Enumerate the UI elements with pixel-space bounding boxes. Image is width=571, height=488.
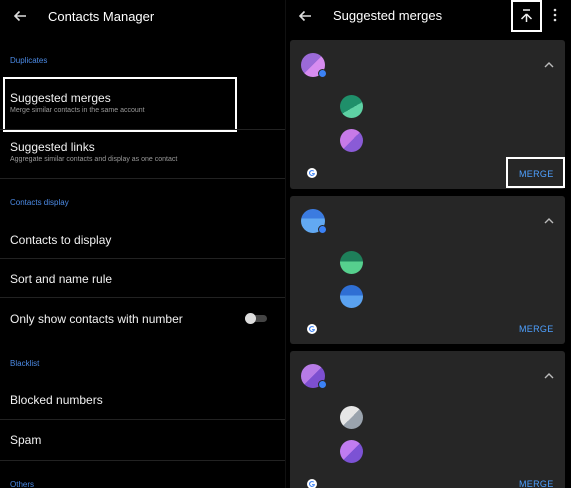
divider: [0, 460, 285, 461]
contacts-to-display-item[interactable]: Contacts to display: [0, 220, 285, 258]
top-app-bar: Contacts Manager: [0, 0, 285, 34]
suggested-links-label: Suggested links: [10, 140, 95, 154]
contacts-manager-screen: Contacts Manager Duplicates Suggested me…: [0, 0, 285, 488]
contacts-to-display-label: Contacts to display: [10, 233, 112, 247]
section-duplicates: Duplicates: [10, 56, 48, 65]
merge-button[interactable]: MERGE: [519, 169, 554, 179]
account-badge-icon: [318, 380, 327, 389]
only-show-with-number-toggle[interactable]: [245, 313, 267, 324]
google-account-icon: [307, 479, 317, 488]
merge-arrows-icon[interactable]: [519, 7, 534, 23]
spam-item[interactable]: Spam: [0, 420, 285, 460]
duplicate-contact-avatar: [340, 95, 363, 118]
suggested-merges-screen: Suggested merges MERGE MERGE MERGE: [286, 0, 571, 488]
divider: [0, 178, 285, 179]
google-account-icon: [307, 168, 317, 178]
blocked-numbers-item[interactable]: Blocked numbers: [0, 380, 285, 420]
sort-and-name-rule-item[interactable]: Sort and name rule: [0, 259, 285, 297]
suggested-links-item[interactable]: Suggested links Aggregate similar contac…: [0, 130, 285, 177]
chevron-up-icon[interactable]: [544, 61, 554, 69]
back-arrow-icon[interactable]: [297, 8, 313, 24]
section-blacklist: Blacklist: [10, 359, 40, 368]
suggested-links-description: Aggregate similar contacts and display a…: [10, 156, 178, 163]
account-badge-icon: [318, 69, 327, 78]
google-account-icon: [307, 324, 317, 334]
duplicate-contact-avatar: [340, 285, 363, 308]
page-title: Contacts Manager: [48, 9, 155, 24]
merge-button[interactable]: MERGE: [519, 479, 554, 488]
duplicate-contact-avatar: [340, 406, 363, 429]
merge-suggestion-card: MERGE: [290, 351, 565, 488]
page-title: Suggested merges: [333, 8, 443, 23]
duplicate-contact-avatar: [340, 440, 363, 463]
only-show-with-number-item[interactable]: Only show contacts with number: [0, 298, 285, 338]
only-show-with-number-label: Only show contacts with number: [10, 312, 183, 326]
spam-label: Spam: [10, 433, 42, 447]
blocked-numbers-label: Blocked numbers: [10, 393, 103, 407]
merge-suggestion-card: MERGE: [290, 196, 565, 344]
duplicate-contact-avatar: [340, 251, 363, 274]
chevron-up-icon[interactable]: [544, 372, 554, 380]
toggle-knob: [245, 313, 256, 324]
section-contacts-display: Contacts display: [10, 198, 69, 207]
duplicate-contact-avatar: [340, 129, 363, 152]
highlight-box: [3, 77, 237, 132]
sort-and-name-rule-label: Sort and name rule: [10, 272, 113, 286]
section-others: Others: [10, 480, 35, 488]
merge-button[interactable]: MERGE: [519, 324, 554, 334]
back-arrow-icon[interactable]: [12, 8, 28, 24]
account-badge-icon: [318, 225, 327, 234]
merge-suggestion-card: MERGE: [290, 40, 565, 189]
chevron-up-icon[interactable]: [544, 217, 554, 225]
more-vertical-icon[interactable]: [552, 8, 558, 22]
